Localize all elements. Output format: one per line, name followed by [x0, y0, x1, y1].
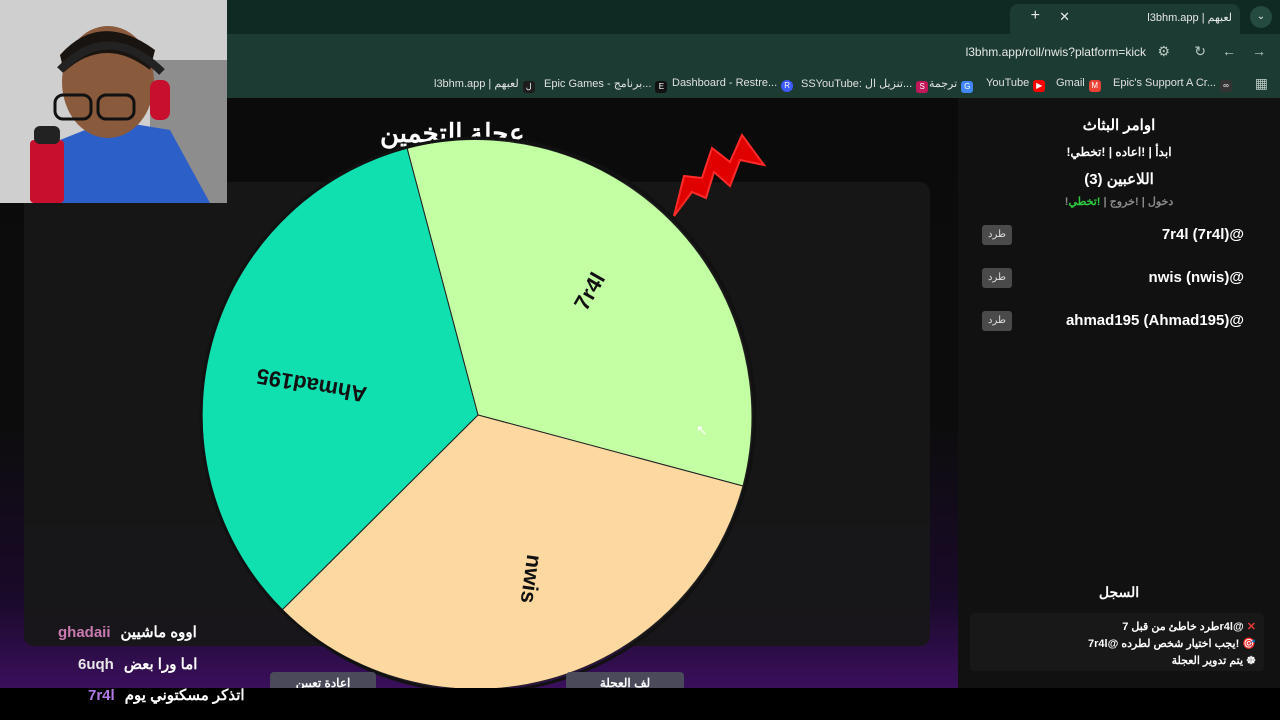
tab-search-chevron-icon[interactable]: ⌄ — [1250, 6, 1272, 28]
bookmark-ssyoutube[interactable]: SSYouTube: تنزيل ال... S — [801, 77, 929, 93]
l3bhm-icon: ل — [522, 81, 535, 93]
log-entry: يتم تدوير العجلة ☸ — [1171, 655, 1256, 667]
forward-icon[interactable]: → — [1252, 43, 1266, 59]
bookmark-epic-games[interactable]: Epic Games - برنامج... E — [544, 77, 668, 93]
error-x-icon: ✕ — [1246, 621, 1256, 633]
tab-title[interactable]: l3bhm.app | لعبهم — [1147, 11, 1232, 24]
site-settings-icon[interactable]: ⚙ — [1157, 43, 1170, 60]
log-heading: السجل — [1098, 584, 1140, 600]
bookmark-restream[interactable]: Dashboard - Restre... R — [672, 77, 794, 92]
new-tab-icon[interactable]: + — [1031, 7, 1040, 25]
restream-icon: R — [781, 80, 794, 92]
stream-chat-message: ghadaii اووه ماشيين — [58, 623, 197, 641]
kick-button[interactable]: طرد — [982, 311, 1012, 331]
streamer-commands-title: اوامر البثاث — [1082, 117, 1156, 134]
bookmark-epic-support[interactable]: Epic's Support A Cr... ∞ — [1113, 77, 1232, 92]
log-entry: طرد خاطئ من قبل 7r4l@ ✕ — [1122, 621, 1256, 633]
target-icon: 🎯 — [1242, 638, 1256, 650]
streamer-commands: !ابدأ | !اعاده | !تخطي — [1066, 145, 1172, 159]
chat-username: 7r4l — [88, 687, 115, 704]
kick-button[interactable]: طرد — [982, 268, 1012, 288]
players-heading: اللاعبين (3) — [1084, 171, 1154, 188]
log-entry: 7r4l@ يجب اختيار شخص لطرده! 🎯 — [1088, 638, 1256, 650]
bookmark-translate[interactable]: ترجمة G — [929, 77, 974, 93]
bookmark-youtube[interactable]: YouTube ▶ — [986, 77, 1046, 92]
youtube-icon: ▶ — [1033, 80, 1046, 92]
wheel-pointer-icon — [673, 133, 767, 217]
link-icon: ∞ — [1220, 80, 1232, 92]
player-commands: !دخول | !خروج | !تخطي — [1064, 196, 1174, 208]
chat-text: اما ورا بعض — [123, 656, 198, 673]
ssyoutube-icon: S — [916, 81, 929, 93]
stream-chat-message: 7r4l اتذكر مسكتوني يوم — [88, 686, 245, 704]
player-row: طرد ahmad195 (Ahmad195)@ — [982, 309, 1262, 333]
bookmark-l3bhm[interactable]: l3bhm.app | لعبهم ل — [434, 77, 535, 93]
gmail-icon: M — [1088, 80, 1101, 92]
close-tab-icon[interactable]: ✕ — [1059, 9, 1070, 25]
skip-command: !تخطي — [1068, 196, 1101, 208]
chat-text: اووه ماشيين — [120, 624, 197, 641]
epic-games-icon: E — [655, 81, 668, 93]
webcam-overlay — [0, 0, 227, 203]
reload-icon[interactable]: ↻ — [1194, 43, 1206, 60]
translate-icon: G — [961, 81, 974, 93]
chat-username: 6uqh — [78, 656, 114, 673]
kick-button[interactable]: طرد — [982, 225, 1012, 245]
player-row: طرد nwis (nwis)@ — [982, 266, 1262, 290]
mouse-cursor-icon: ↖ — [696, 422, 708, 438]
player-name: 7r4l (7r4l)@ — [1161, 226, 1244, 243]
back-icon[interactable]: ← — [1222, 43, 1236, 59]
url-field[interactable]: l3bhm.app/roll/nwis?platform=kick — [966, 45, 1146, 59]
wheel-icon: ☸ — [1246, 655, 1256, 667]
player-name: nwis (nwis)@ — [1148, 269, 1244, 286]
streamer-face-image — [0, 0, 227, 203]
all-bookmarks-grid-icon[interactable]: ▦ — [1255, 75, 1268, 92]
player-row: طرد 7r4l (7r4l)@ — [982, 223, 1262, 247]
stream-chat-message: 6uqh اما ورا بعض — [78, 655, 197, 673]
leave-command: !خروج — [1109, 196, 1139, 208]
player-name: ahmad195 (Ahmad195)@ — [1065, 312, 1244, 329]
chat-text: اتذكر مسكتوني يوم — [124, 687, 245, 704]
bookmark-gmail[interactable]: Gmail M — [1056, 77, 1101, 92]
chat-username: ghadaii — [58, 624, 111, 641]
